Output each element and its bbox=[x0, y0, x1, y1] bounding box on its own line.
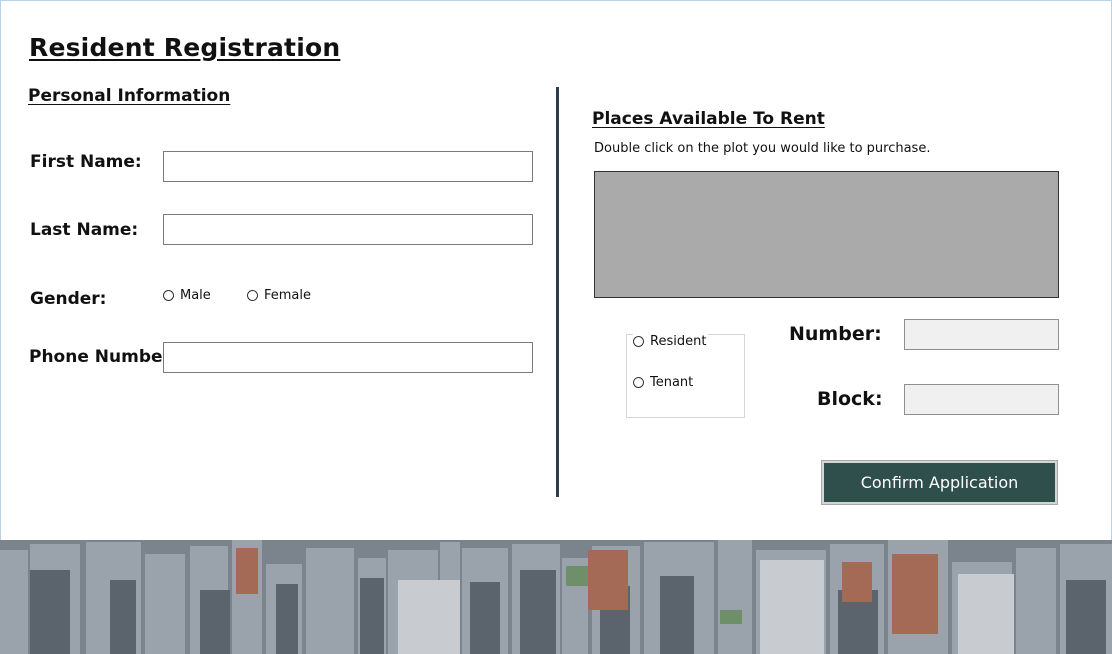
first-name-label: First Name: bbox=[30, 152, 142, 172]
block-label: Block: bbox=[817, 388, 883, 410]
female-radio-label: Female bbox=[264, 288, 312, 303]
male-radio-label: Male bbox=[180, 288, 211, 303]
rent-heading: Places Available To Rent bbox=[592, 109, 825, 129]
last-name-field[interactable] bbox=[163, 214, 533, 245]
tenant-radio-label: Tenant bbox=[650, 375, 694, 390]
city-skyline-banner bbox=[0, 540, 1112, 654]
tenant-option[interactable]: Tenant bbox=[633, 375, 693, 390]
city-skyline-image bbox=[0, 540, 1112, 654]
last-name-label: Last Name: bbox=[30, 220, 139, 240]
gender-female-option[interactable]: Female bbox=[247, 288, 311, 303]
section-divider bbox=[556, 87, 559, 497]
resident-radio[interactable] bbox=[633, 336, 644, 347]
gender-label: Gender: bbox=[30, 289, 107, 309]
rent-instruction: Double click on the plot you would like … bbox=[594, 141, 931, 156]
block-field[interactable] bbox=[904, 384, 1059, 415]
tenant-radio[interactable] bbox=[633, 377, 644, 388]
phone-field[interactable] bbox=[163, 342, 533, 373]
occupancy-type-group: Resident Tenant bbox=[626, 334, 745, 418]
phone-label: Phone Number bbox=[29, 347, 171, 367]
gender-male-option[interactable]: Male bbox=[163, 288, 211, 303]
first-name-field[interactable] bbox=[163, 151, 533, 182]
page-title: Resident Registration bbox=[29, 33, 341, 62]
personal-info-heading: Personal Information bbox=[28, 86, 231, 106]
number-label: Number: bbox=[789, 323, 882, 345]
number-field[interactable] bbox=[904, 319, 1059, 350]
male-radio[interactable] bbox=[163, 290, 174, 301]
confirm-application-button[interactable]: Confirm Application bbox=[821, 460, 1058, 505]
confirm-application-label: Confirm Application bbox=[824, 463, 1055, 502]
female-radio[interactable] bbox=[247, 290, 258, 301]
resident-radio-label: Resident bbox=[650, 334, 707, 349]
resident-option[interactable]: Resident bbox=[633, 334, 709, 349]
plot-selection-area[interactable] bbox=[594, 171, 1059, 298]
